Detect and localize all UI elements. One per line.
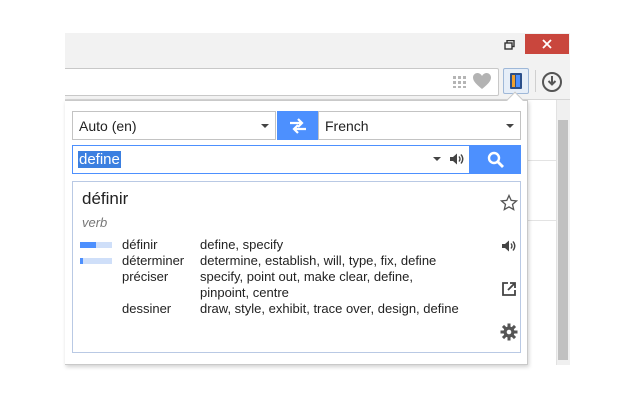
speaker-icon[interactable] [449, 152, 465, 166]
star-icon[interactable] [500, 194, 518, 212]
chevron-down-icon [261, 124, 269, 128]
close-icon[interactable] [525, 34, 569, 54]
source-language-select[interactable]: Auto (en) [72, 111, 276, 140]
frequency-bar-fill [80, 242, 96, 248]
translation-word[interactable]: déterminer [122, 253, 184, 269]
search-icon [487, 151, 504, 168]
query-history-dropdown-icon[interactable] [433, 157, 441, 161]
translation-synonyms: specify, point out, make clear, define, … [200, 269, 413, 300]
frequency-bar-fill [80, 258, 83, 264]
translation-synonyms: draw, style, exhibit, trace over, design… [200, 301, 459, 316]
search-button[interactable] [470, 145, 521, 174]
open-external-icon[interactable] [500, 280, 518, 298]
target-language-select[interactable]: French [318, 111, 521, 140]
source-language-value: Auto (en) [79, 117, 137, 134]
part-of-speech: verb [82, 215, 108, 230]
translation-word[interactable]: définir [122, 237, 157, 253]
download-icon[interactable] [541, 71, 563, 93]
swap-arrows-icon [289, 117, 306, 134]
restore-icon[interactable] [498, 35, 522, 55]
gear-icon[interactable] [500, 323, 518, 341]
translation-word[interactable]: dessiner [122, 301, 171, 317]
translation-synonyms: determine, establish, will, type, fix, d… [200, 253, 437, 268]
heart-icon[interactable] [472, 72, 492, 90]
target-language-value: French [325, 117, 369, 134]
toolbar-separator [535, 70, 536, 92]
page-divider [528, 160, 556, 161]
window-titlebar [65, 33, 570, 55]
translation-synonyms: define, specify [200, 237, 284, 252]
translation-word[interactable]: préciser [122, 269, 168, 285]
address-bar[interactable] [65, 68, 499, 96]
query-input[interactable]: define [72, 145, 470, 174]
frequency-bar [80, 258, 112, 264]
page-divider [528, 220, 556, 221]
chevron-down-icon [506, 124, 514, 128]
query-text: define [78, 151, 121, 168]
frequency-bar [80, 242, 112, 248]
result-headword: définir [82, 189, 129, 208]
translate-extension-button[interactable] [503, 68, 529, 94]
apps-grid-icon[interactable] [453, 75, 467, 88]
speaker-icon[interactable] [500, 237, 518, 255]
swap-languages-button[interactable] [277, 111, 318, 140]
scrollbar-thumb[interactable] [558, 120, 568, 360]
